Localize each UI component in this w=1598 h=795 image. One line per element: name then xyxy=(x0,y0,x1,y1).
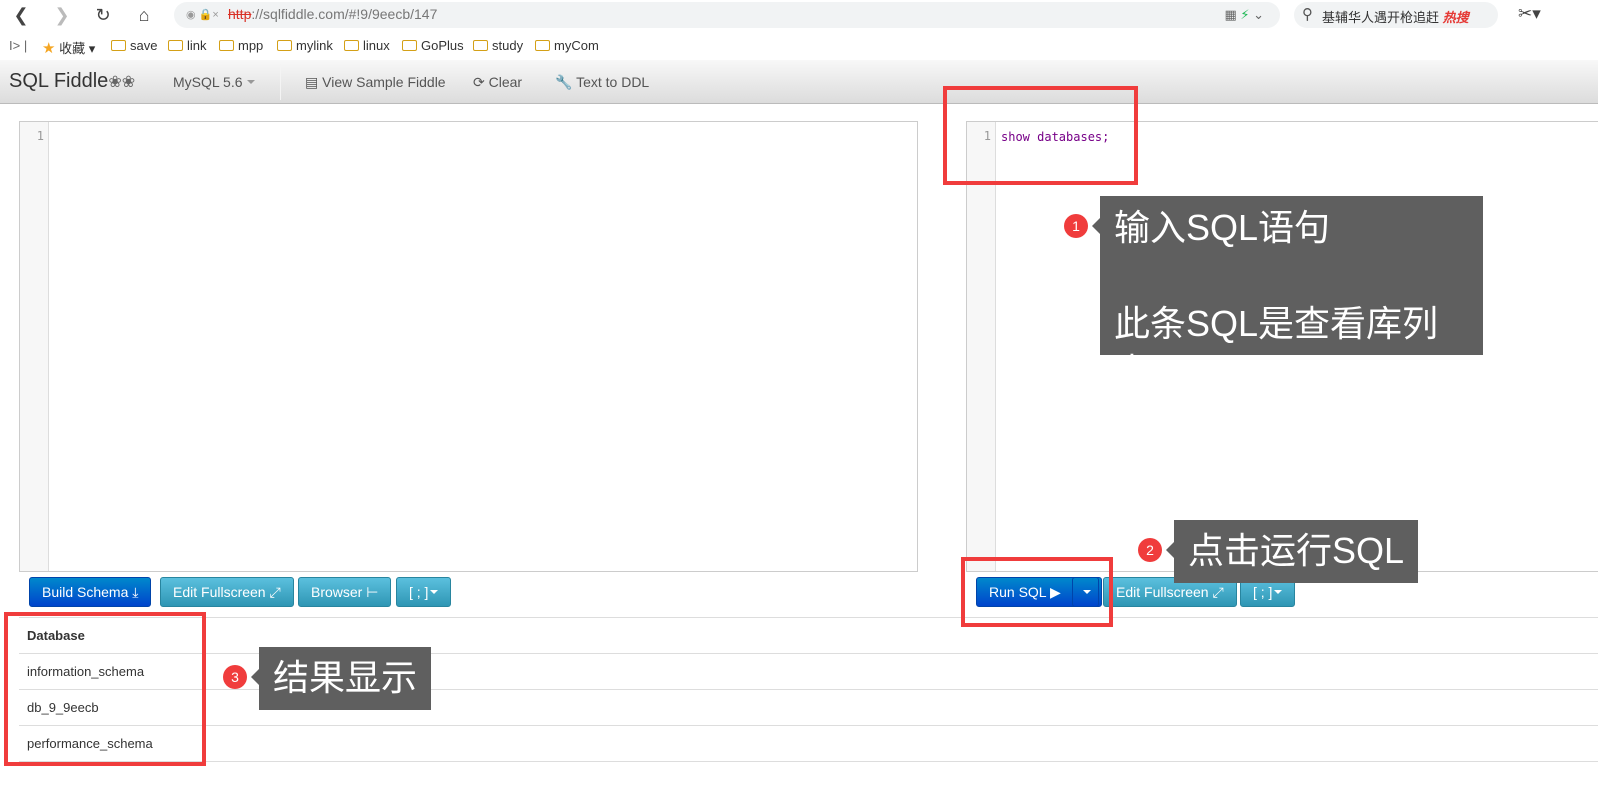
tooltip-arrow xyxy=(1092,218,1100,234)
browser-search-box[interactable]: ⚲ 基辅华人遇开枪追赶 热搜 xyxy=(1294,2,1498,28)
folder-icon xyxy=(219,40,234,51)
highlight-sql-input xyxy=(943,86,1138,185)
folder-icon xyxy=(535,40,550,51)
line-number: 1 xyxy=(36,129,44,143)
bookmark-folder[interactable]: link xyxy=(168,38,207,53)
sidebar-toggle-icon[interactable]: I> | xyxy=(9,38,27,53)
annotation-step1: 输入SQL语句 此条SQL是查看库列表 xyxy=(1100,196,1483,392)
folder-icon xyxy=(344,40,359,51)
annotation-step3: 结果显示 xyxy=(259,647,432,710)
chevron-down-icon xyxy=(430,590,439,594)
build-schema-button[interactable]: Build Schema ⤓ xyxy=(29,577,152,607)
annotation-step1-line2: 此条SQL是查看库列表 xyxy=(1114,303,1439,392)
view-sample-fiddle-link[interactable]: ▤ View Sample Fiddle xyxy=(305,74,446,91)
step-number-badge: 3 xyxy=(223,665,247,689)
bookmark-folder[interactable]: study xyxy=(473,38,523,53)
chevron-down-icon xyxy=(246,80,255,84)
folder-icon xyxy=(277,40,292,51)
fiddle-logo-icon: ❀❀ xyxy=(108,74,136,91)
highlight-results xyxy=(4,612,206,766)
browser-toolbar: ❮ ❯ ↻ ⌂ ◉ 🔒× http://sqlfiddle.com/#!9/9e… xyxy=(0,0,1598,30)
tooltip-arrow xyxy=(251,669,259,685)
address-bar[interactable]: ◉ 🔒× http://sqlfiddle.com/#!9/9eecb/147 … xyxy=(174,2,1280,28)
search-icon: ⚲ xyxy=(1302,6,1313,23)
editor-gutter: 1 xyxy=(967,122,996,571)
table-row: performance_schema xyxy=(19,726,1598,762)
home-icon[interactable]: ⌂ xyxy=(133,4,155,26)
wrench-icon: 🔧 xyxy=(555,74,573,90)
reload-icon[interactable]: ↻ xyxy=(92,4,114,26)
expand-icon: ⤢ xyxy=(1212,584,1224,600)
refresh-icon: ⟳ xyxy=(473,74,485,90)
site-info-icon[interactable]: ◉ 🔒× xyxy=(186,8,219,21)
expand-icon: ⤢ xyxy=(269,584,281,600)
folder-icon xyxy=(111,40,126,51)
results-column-header: Database xyxy=(19,618,1598,654)
bookmark-folder[interactable]: mylink xyxy=(277,38,333,53)
url-text[interactable]: http://sqlfiddle.com/#!9/9eecb/147 xyxy=(228,6,437,22)
step-number-badge: 1 xyxy=(1064,214,1088,238)
chevron-down-icon xyxy=(1274,590,1283,594)
text-to-ddl-link[interactable]: 🔧 Text to DDL xyxy=(555,74,649,91)
bookmark-folder[interactable]: myCom xyxy=(535,38,599,53)
schema-editor[interactable]: 1 xyxy=(19,121,918,572)
scissors-icon[interactable]: ✂▾ xyxy=(1518,4,1541,24)
bookmark-folder[interactable]: save xyxy=(111,38,157,53)
annotation-step2: 点击运行SQL xyxy=(1174,520,1419,583)
folder-icon xyxy=(402,40,417,51)
folder-icon xyxy=(168,40,183,51)
navbar-divider xyxy=(280,64,281,100)
schema-delimiter-dropdown[interactable]: [ ; ] xyxy=(396,577,452,607)
folder-icon xyxy=(473,40,488,51)
search-suggestion[interactable]: 基辅华人遇开枪追赶 xyxy=(1322,10,1439,25)
bookmark-folder[interactable]: mpp xyxy=(219,38,263,53)
highlight-run-sql xyxy=(961,557,1113,627)
tooltip-arrow xyxy=(1166,542,1174,558)
db-version-dropdown[interactable]: MySQL 5.6 xyxy=(173,74,255,90)
tree-icon: ⊢ xyxy=(366,584,379,600)
forward-icon[interactable]: ❯ xyxy=(51,4,73,26)
download-icon: ⤓ xyxy=(132,584,139,600)
star-icon: ★ xyxy=(42,40,56,57)
results-table: Database information_schema db_9_9eecb p… xyxy=(19,617,1598,762)
table-row: db_9_9eecb xyxy=(19,690,1598,726)
bookmarks-bar: I> | ★ 收藏 ▾ save link mpp mylink linux G… xyxy=(0,33,1598,59)
brand-logo[interactable]: SQL Fiddle❀❀ xyxy=(9,70,135,93)
annotation-step1-line1: 输入SQL语句 xyxy=(1114,207,1331,248)
schema-edit-fullscreen-button[interactable]: Edit Fullscreen ⤢ xyxy=(160,577,294,607)
back-icon[interactable]: ❮ xyxy=(10,4,32,26)
hot-search-badge: 热搜 xyxy=(1442,10,1469,25)
address-bar-actions[interactable]: ▦ ⚡ ⌄ xyxy=(1224,7,1264,23)
step-number-badge: 2 xyxy=(1138,538,1162,562)
clear-link[interactable]: ⟳ Clear xyxy=(473,74,522,91)
app-navbar: SQL Fiddle❀❀ MySQL 5.6 ▤ View Sample Fid… xyxy=(0,60,1598,104)
browser-button[interactable]: Browser ⊢ xyxy=(298,577,392,607)
list-icon: ▤ xyxy=(305,74,319,90)
bookmark-folder[interactable]: GoPlus xyxy=(402,38,464,53)
bookmark-favorites[interactable]: ★ 收藏 ▾ xyxy=(42,38,95,57)
bookmark-folder[interactable]: linux xyxy=(344,38,390,53)
editor-gutter: 1 xyxy=(20,122,49,571)
